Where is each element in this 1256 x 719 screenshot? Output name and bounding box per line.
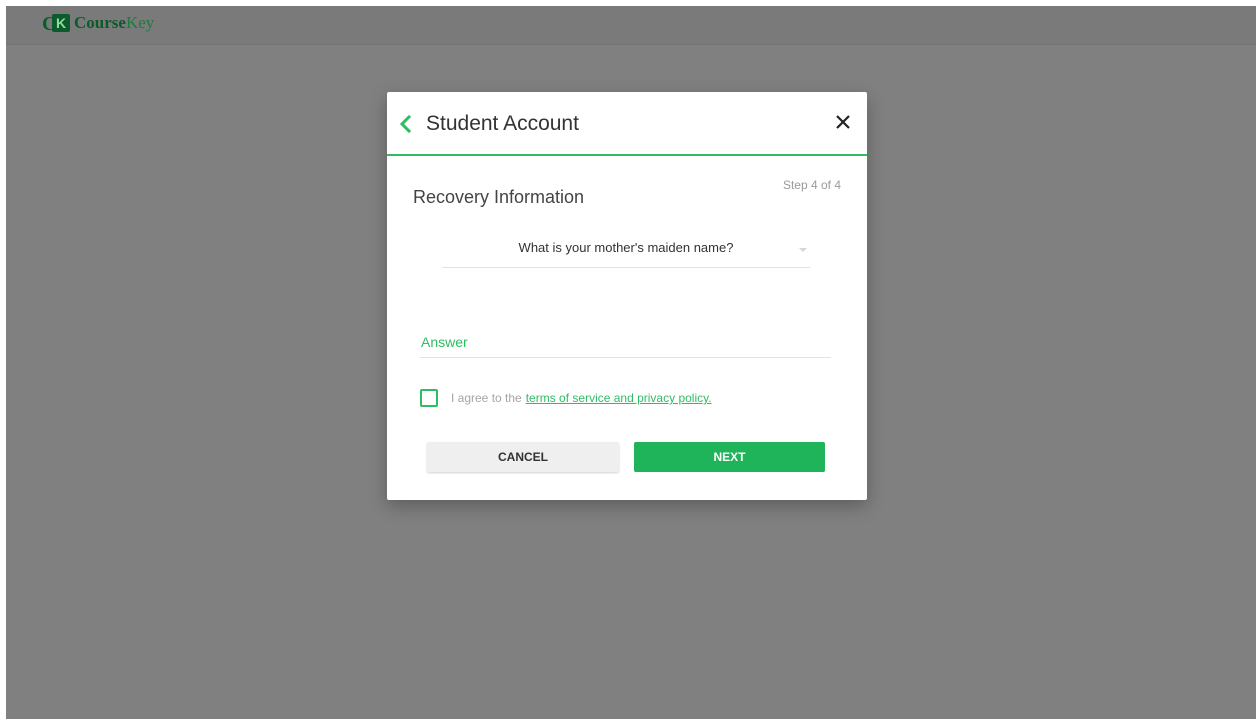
step-indicator: Step 4 of 4: [782, 178, 841, 192]
dropdown-arrow-icon: [799, 248, 807, 252]
logo-wordmark-key: Key: [125, 13, 155, 32]
chevron-left-icon: [399, 114, 412, 134]
app-background: C K CourseKey Student Account Recovery I…: [6, 6, 1256, 719]
section-title: Recovery Information: [413, 187, 585, 207]
coursekey-logo[interactable]: C K CourseKey: [42, 12, 154, 34]
terms-of-service-link[interactable]: terms of service and privacy policy.: [526, 391, 712, 405]
cancel-button[interactable]: CANCEL: [427, 442, 619, 472]
logo-wordmark-course: Course: [74, 13, 126, 32]
terms-checkbox[interactable]: [420, 389, 438, 407]
dialog-title: Student Account: [426, 112, 579, 135]
logo-mark: C K: [42, 13, 72, 34]
security-question-value: What is your mother's maiden name?: [518, 240, 734, 255]
dialog-header: Student Account: [387, 92, 867, 156]
student-account-dialog: Student Account Recovery Information Ste…: [387, 92, 867, 500]
answer-placeholder: Answer: [421, 334, 468, 350]
back-button[interactable]: [397, 112, 415, 136]
next-button[interactable]: NEXT: [634, 442, 825, 472]
terms-agreement-text: I agree to the: [451, 391, 522, 405]
logo-mark-k: K: [52, 14, 70, 32]
answer-input[interactable]: Answer: [420, 324, 831, 358]
security-question-select[interactable]: What is your mother's maiden name?: [442, 235, 810, 268]
close-icon: [836, 115, 850, 129]
terms-agreement-row: I agree to the terms of service and priv…: [420, 388, 712, 408]
logo-wordmark: CourseKey: [74, 12, 154, 34]
close-button[interactable]: [833, 112, 853, 132]
top-bar: C K CourseKey: [6, 6, 1256, 45]
